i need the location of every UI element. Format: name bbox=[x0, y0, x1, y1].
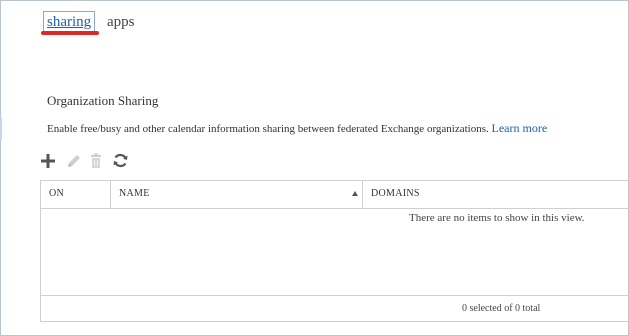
add-icon[interactable] bbox=[40, 152, 58, 170]
table-footer: 0 selected of 0 total bbox=[41, 295, 629, 323]
refresh-icon[interactable] bbox=[112, 152, 130, 170]
learn-more-link[interactable]: Learn more bbox=[492, 121, 548, 135]
sort-ascending-icon bbox=[352, 191, 358, 196]
delete-icon[interactable] bbox=[88, 152, 106, 170]
sharing-table: ON NAME DOMAINS There are no items to sh… bbox=[40, 180, 629, 322]
left-edge-marker bbox=[0, 118, 2, 140]
empty-message: There are no items to show in this view. bbox=[409, 212, 585, 224]
edit-icon[interactable] bbox=[65, 152, 83, 170]
tab-sharing[interactable]: sharing bbox=[43, 11, 96, 33]
tab-apps[interactable]: apps bbox=[107, 12, 135, 32]
description-text: Enable free/busy and other calendar info… bbox=[47, 123, 489, 135]
column-header-on[interactable]: ON bbox=[41, 181, 111, 208]
column-header-name[interactable]: NAME bbox=[111, 181, 363, 208]
section-description: Enable free/busy and other calendar info… bbox=[47, 121, 547, 136]
table-header: ON NAME DOMAINS bbox=[41, 181, 629, 209]
tab-highlight-underline bbox=[41, 31, 99, 35]
column-header-domains[interactable]: DOMAINS bbox=[363, 181, 629, 208]
column-name-label: NAME bbox=[119, 188, 150, 199]
section-title: Organization Sharing bbox=[47, 93, 159, 108]
selection-count: 0 selected of 0 total bbox=[462, 303, 541, 314]
